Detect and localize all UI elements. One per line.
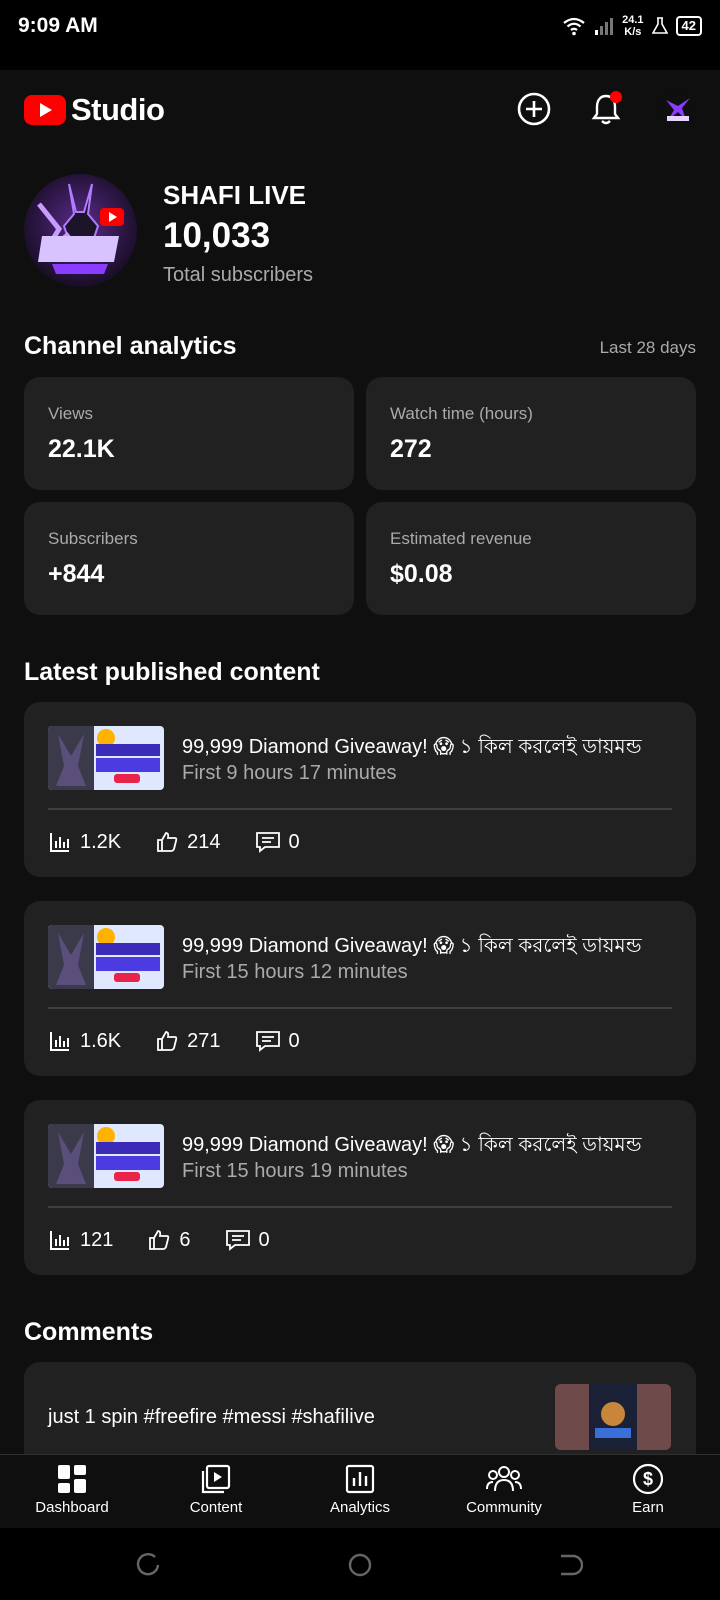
comments-metric: 0	[225, 1228, 270, 1252]
stat-label: Estimated revenue	[390, 529, 532, 548]
nav-label: Community	[466, 1499, 542, 1516]
dashboard-icon	[58, 1465, 86, 1493]
thumbs-up-icon	[157, 1031, 178, 1051]
thumbs-up-icon	[149, 1230, 170, 1250]
stat-card-subscribers[interactable]: Subscribers +844	[24, 502, 354, 615]
analytics-period[interactable]: Last 28 days	[600, 338, 696, 358]
back-icon[interactable]	[557, 1552, 583, 1578]
stat-card-watch-time[interactable]: Watch time (hours) 272	[366, 377, 696, 490]
comments-metric: 0	[255, 830, 300, 854]
stat-label: Views	[48, 404, 94, 423]
video-subtitle: First 15 hours 19 minutes	[182, 1160, 408, 1182]
flask-icon	[651, 17, 668, 34]
video-metrics: 121 6 0	[48, 1228, 304, 1252]
nav-label: Earn	[632, 1499, 664, 1516]
notification-dot	[610, 91, 622, 103]
video-title: 99,999 Diamond Giveaway! 😱 ১ কিল করলেই ড…	[182, 736, 642, 758]
comment-icon	[225, 1230, 250, 1251]
nav-label: Analytics	[329, 1499, 391, 1516]
nav-label: Dashboard	[35, 1499, 109, 1516]
thumbs-up-icon	[157, 832, 178, 852]
video-thumbnail[interactable]	[48, 1124, 164, 1188]
nav-community[interactable]: Community	[432, 1455, 576, 1529]
content-icon	[201, 1464, 231, 1494]
earn-icon: $	[632, 1463, 664, 1495]
video-card[interactable]: 99,999 Diamond Giveaway! 😱 ১ কিল করলেই ড…	[24, 901, 696, 1076]
studio-logo[interactable]: Studio	[24, 92, 165, 128]
comment-video-thumbnail[interactable]	[555, 1384, 671, 1450]
net-speed: 24.1 K/s	[622, 14, 644, 38]
video-title: 99,999 Diamond Giveaway! 😱 ১ কিল করলেই ড…	[182, 935, 642, 957]
home-icon[interactable]	[347, 1552, 373, 1578]
nav-label: Content	[189, 1499, 243, 1516]
likes-metric: 6	[147, 1228, 191, 1252]
analytics-icon	[345, 1464, 375, 1494]
nav-earn[interactable]: $ Earn	[576, 1455, 720, 1529]
status-time: 9:09 AM	[18, 14, 98, 37]
recents-icon[interactable]	[135, 1552, 161, 1578]
stat-value: 22.1K	[48, 435, 115, 463]
system-navigation-bar	[0, 1528, 720, 1600]
bar-chart-icon	[50, 1032, 69, 1051]
comment-icon	[255, 1031, 280, 1052]
video-thumbnail[interactable]	[48, 925, 164, 989]
subscriber-count: 10,033	[163, 216, 271, 255]
signal-icon	[595, 18, 614, 35]
comments-metric: 0	[255, 1029, 300, 1053]
video-metrics: 1.2K 214 0	[48, 830, 334, 854]
comment-text: just 1 spin #freefire #messi #shafilive	[48, 1406, 375, 1428]
svg-text:$: $	[643, 1469, 653, 1489]
stat-label: Watch time (hours)	[390, 404, 533, 423]
logo-text: Studio	[71, 92, 165, 127]
comments-title: Comments	[24, 1318, 154, 1346]
divider	[48, 1007, 672, 1009]
nav-content[interactable]: Content	[144, 1455, 288, 1529]
status-icons: 24.1 K/s 42	[562, 14, 702, 38]
subscriber-label: Total subscribers	[163, 264, 314, 286]
create-icon[interactable]	[515, 90, 553, 128]
app-header: Studio	[0, 70, 720, 148]
wifi-icon	[563, 17, 585, 36]
video-subtitle: First 15 hours 12 minutes	[182, 961, 408, 983]
nav-dashboard[interactable]: Dashboard	[0, 1455, 144, 1529]
stat-value: +844	[48, 560, 105, 588]
views-metric: 1.6K	[48, 1029, 121, 1053]
youtube-logo-icon	[24, 95, 66, 125]
views-metric: 1.2K	[48, 830, 121, 854]
account-avatar[interactable]	[658, 90, 696, 128]
battery-indicator: 42	[675, 16, 702, 36]
community-icon	[486, 1466, 522, 1492]
comment-icon	[255, 832, 280, 853]
bar-chart-icon	[50, 833, 69, 852]
stat-card-views[interactable]: Views 22.1K	[24, 377, 354, 490]
stat-card-revenue[interactable]: Estimated revenue $0.08	[366, 502, 696, 615]
channel-avatar[interactable]	[24, 174, 137, 287]
video-title: 99,999 Diamond Giveaway! 😱 ১ কিল করলেই ড…	[182, 1134, 642, 1156]
divider	[48, 808, 672, 810]
bar-chart-icon	[50, 1231, 69, 1250]
analytics-title: Channel analytics	[24, 332, 237, 360]
latest-content-title: Latest published content	[24, 658, 320, 686]
video-metrics: 1.6K 271 0	[48, 1029, 334, 1053]
notifications-icon[interactable]	[587, 90, 625, 128]
video-card[interactable]: 99,999 Diamond Giveaway! 😱 ১ কিল করলেই ড…	[24, 1100, 696, 1275]
video-thumbnail[interactable]	[48, 726, 164, 790]
likes-metric: 271	[155, 1029, 221, 1053]
nav-analytics[interactable]: Analytics	[288, 1455, 432, 1529]
status-bar: 9:09 AM 24.1 K/s 42	[0, 0, 720, 70]
video-card[interactable]: 99,999 Diamond Giveaway! 😱 ১ কিল করলেই ড…	[24, 702, 696, 877]
stat-value: $0.08	[390, 560, 453, 588]
divider	[48, 1206, 672, 1208]
video-subtitle: First 9 hours 17 minutes	[182, 762, 397, 784]
stat-value: 272	[390, 435, 432, 463]
views-metric: 121	[48, 1228, 113, 1252]
bottom-navigation: Dashboard Content Analytics Community $	[0, 1454, 720, 1529]
channel-name: SHAFI LIVE	[163, 180, 307, 210]
likes-metric: 214	[155, 830, 221, 854]
stat-label: Subscribers	[48, 529, 138, 548]
